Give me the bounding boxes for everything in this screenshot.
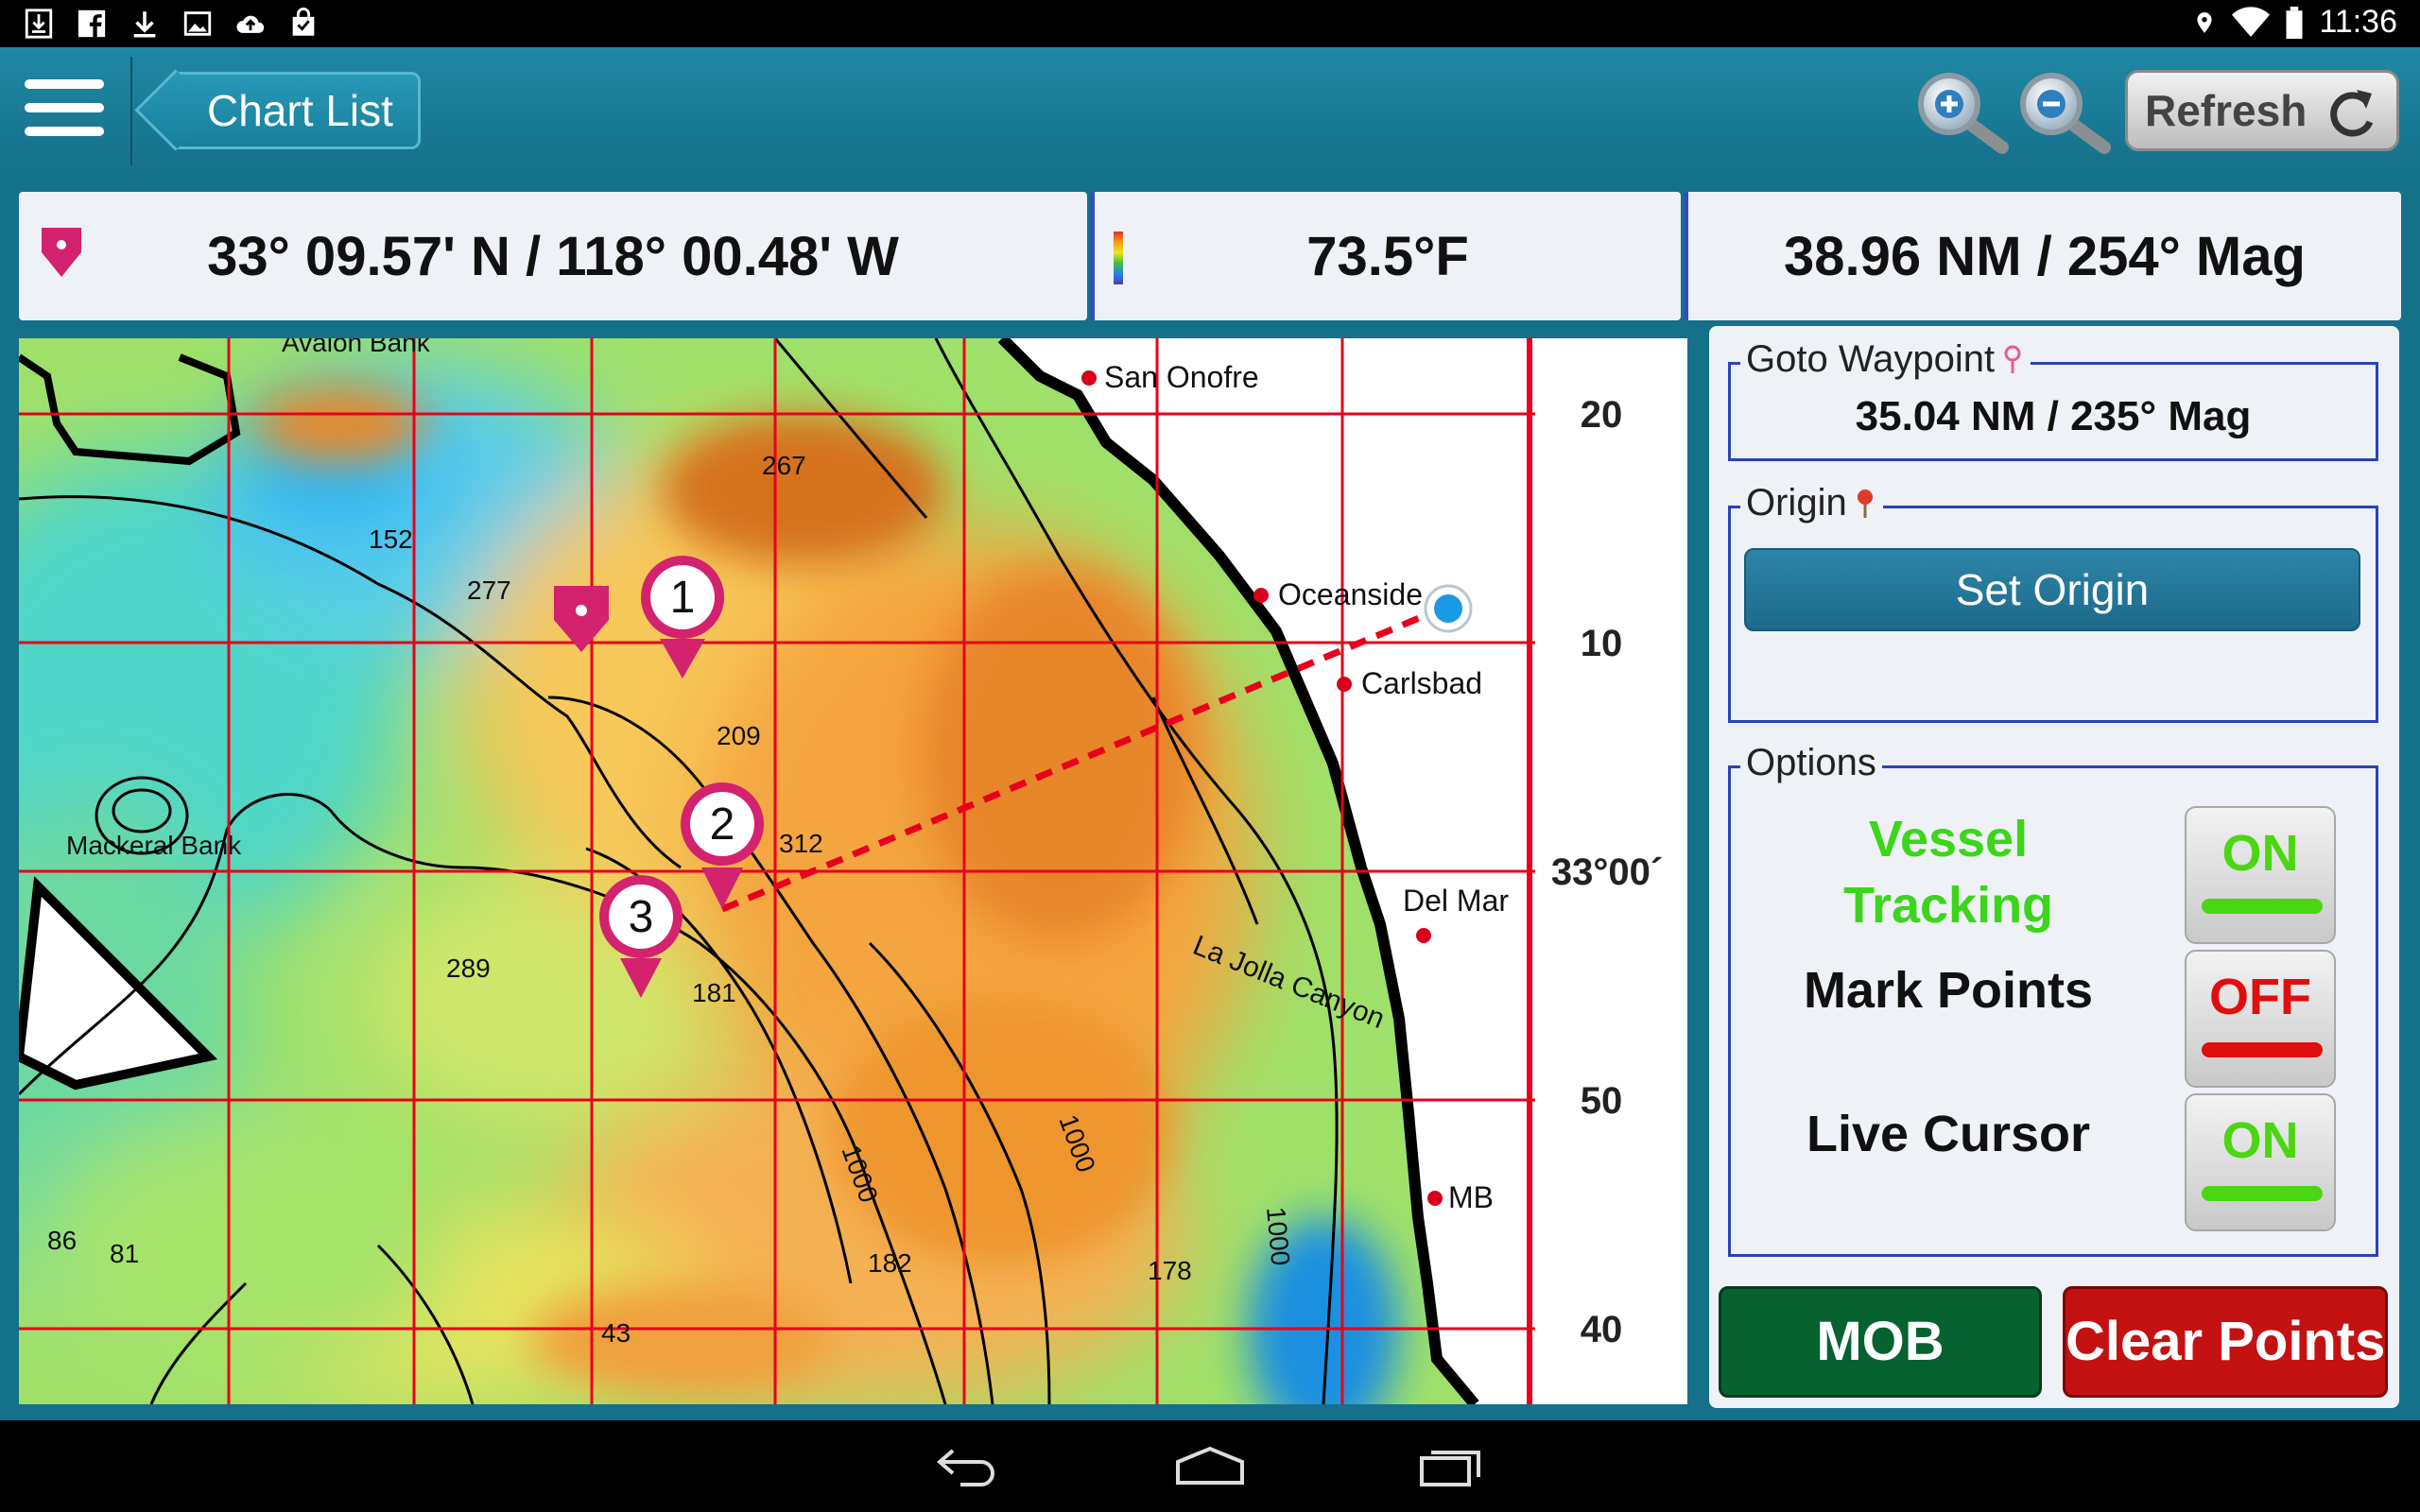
place-label: Avalon Bank [282,338,431,357]
waypoint-number: 2 [710,799,735,850]
sea-surface-temperature-chart[interactable]: San Onofre Oceanside Carlsbad Del Mar MB… [19,338,1687,1404]
goto-waypoint-value: 35.04 NM / 235° Mag [1855,393,2252,439]
mob-button[interactable]: MOB [1719,1286,2042,1398]
clear-points-button[interactable]: Clear Points [2063,1286,2388,1398]
depth-label: 289 [446,954,491,983]
status-bar: 11:36 [0,0,2420,47]
place-label: Carlsbad [1361,666,1482,700]
options-group: Options Vessel Tracking ON Mark Points O… [1728,742,2378,1257]
set-origin-button[interactable]: Set Origin [1744,548,2360,631]
goto-waypoint-group: Goto Waypoint 35.04 NM / 235° Mag [1728,338,2378,461]
place-label: Mackeral Bank [66,831,242,860]
location-icon [2197,11,2213,33]
live-cursor-label: Live Cursor [1806,1106,2091,1162]
origin-group: Origin Set Origin [1728,482,2378,723]
position-value: 33° 09.57' N / 118° 00.48' W [207,225,899,287]
options-legend: Options [1740,742,1882,784]
latitude-label: 10 [1581,623,1623,664]
depth-label: 86 [47,1226,77,1255]
depth-label: 312 [779,829,823,858]
waypoint-number: 1 [670,573,696,623]
latitude-label: 20 [1581,394,1623,436]
contour-label: 1000 [1261,1206,1295,1267]
download-box-icon [25,9,53,39]
place-label: Oceanside [1278,577,1423,611]
waypoint-number: 3 [629,892,654,942]
home-icon[interactable] [1174,1445,1246,1488]
vessel-tracking-label: Vessel Tracking [1842,811,2054,934]
cursor-marker-icon [42,228,81,277]
origin-pin-icon [1857,489,1873,518]
temperature-scale-icon [1114,232,1123,284]
divider [130,57,132,165]
depth-label: 43 [601,1318,631,1348]
back-icon[interactable] [934,1445,1002,1488]
depth-label: 277 [467,576,511,605]
latitude-label: 33°00´ [1551,851,1663,893]
action-bar: Chart List Refresh [0,47,2420,175]
navigation-bar [0,1420,2420,1512]
latitude-label: 40 [1581,1309,1623,1350]
depth-label: 81 [110,1239,139,1268]
mark-points-label: Mark Points [1803,962,2094,1019]
range-bearing-value: 38.96 NM / 254° Mag [1784,225,2306,287]
vessel-position-icon[interactable] [1424,584,1473,633]
depth-label: 182 [868,1248,912,1278]
download-icon [133,11,156,38]
zoom-in-icon[interactable] [1911,68,2017,155]
facebook-icon [78,9,106,38]
latitude-label: 50 [1581,1080,1623,1122]
refresh-label: Refresh [2145,86,2308,135]
wifi-icon [2232,6,2271,37]
clock: 11:36 [2319,4,2397,40]
recent-apps-icon[interactable] [1418,1445,1486,1488]
goto-waypoint-legend: Goto Waypoint [1740,338,2031,381]
chart-list-label: Chart List [207,86,393,135]
cloud-upload-icon [236,15,265,33]
zoom-out-icon[interactable] [2014,68,2119,155]
chart-list-back-button[interactable]: Chart List [175,72,421,149]
vessel-tracking-toggle[interactable]: ON [2185,806,2336,944]
depth-label: 267 [762,451,806,480]
mark-points-toggle[interactable]: OFF [2185,950,2336,1088]
notification-icons [23,8,320,40]
image-icon [183,11,212,36]
live-cursor-toggle[interactable]: ON [2185,1093,2336,1231]
depth-label: 181 [692,978,736,1007]
place-label: San Onofre [1104,360,1259,394]
battery-icon [2286,6,2303,39]
refresh-icon [2330,90,2374,137]
place-label: Del Mar [1403,884,1509,918]
temperature-readout: 73.5°F [1091,192,1681,320]
refresh-button[interactable]: Refresh [2125,70,2399,151]
control-panel: Goto Waypoint 35.04 NM / 235° Mag Origin… [1709,326,2399,1408]
shopping-bag-icon [292,8,315,36]
depth-label: 209 [717,721,761,750]
origin-legend: Origin [1740,482,1883,524]
hamburger-menu-icon[interactable] [25,79,104,140]
depth-label: 152 [369,524,413,554]
depth-label: 178 [1148,1256,1192,1285]
range-bearing-readout: 38.96 NM / 254° Mag [1685,192,2401,320]
temperature-value: 73.5°F [1306,225,1469,287]
waypoint-pin-icon [2004,345,2021,373]
system-indicators: 11:36 [2192,4,2397,41]
place-label: MB [1448,1180,1494,1214]
cursor-position-readout: 33° 09.57' N / 118° 00.48' W [19,192,1087,320]
